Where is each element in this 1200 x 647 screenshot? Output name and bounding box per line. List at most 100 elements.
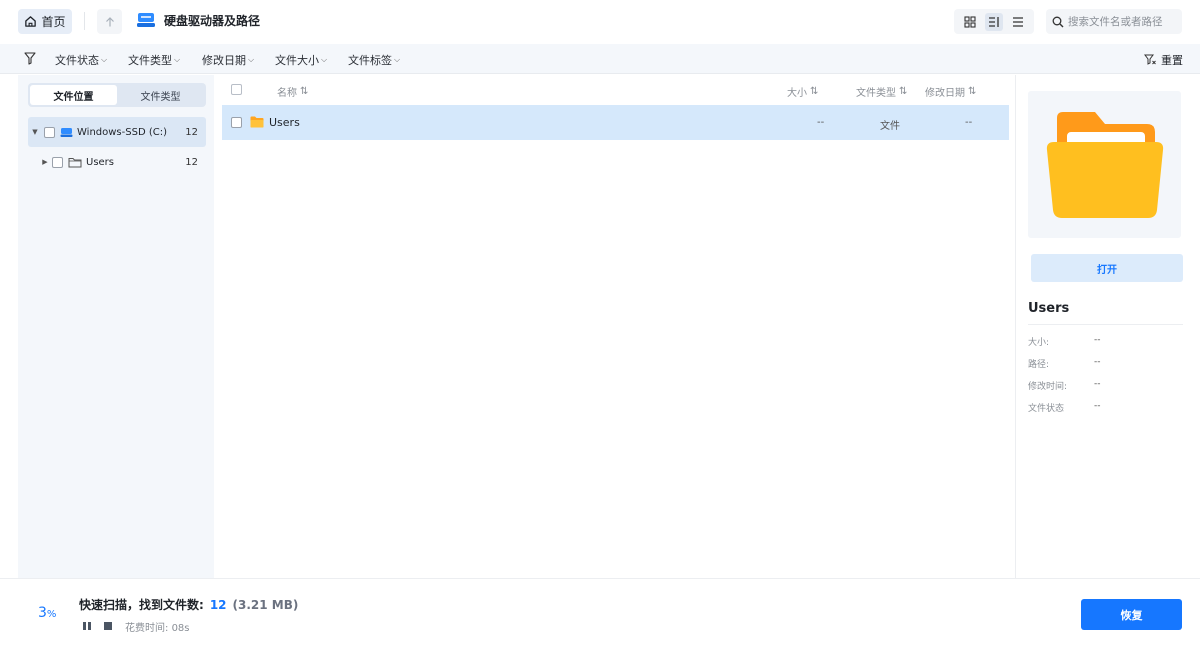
hard-drive-icon [137,13,155,27]
found-count: 12 [209,598,227,612]
found-size: (3.21 MB) [232,598,299,612]
list-header: 名称 ⇅ 大小 ⇅ 文件类型 ⇅ 修改日期 ⇅ [214,75,1015,104]
filter-file-tag[interactable]: 文件标签 ⌵ [348,52,400,68]
pause-icon[interactable] [82,621,92,631]
column-header-label: 文件类型 [856,88,896,99]
grid-icon [964,15,976,28]
chevron-down-icon: ⌵ [248,55,255,64]
filter-file-status[interactable]: 文件状态 ⌵ [55,52,107,68]
folder-icon [250,116,264,128]
view-mode-group [954,9,1034,34]
detail-value: -- [1094,357,1101,367]
file-list: 名称 ⇅ 大小 ⇅ 文件类型 ⇅ 修改日期 ⇅ Users -- 文件 -- [214,75,1015,578]
home-icon [25,16,37,27]
scan-summary: 快速扫描，找到文件数: 12 (3.21 MB) [79,596,298,613]
tab-file-location[interactable]: 文件位置 [30,85,117,105]
caret-down-icon[interactable]: ▼ [30,128,40,136]
select-all-checkbox[interactable] [231,84,242,95]
left-panel: 文件位置 文件类型 ▼ Windows-SSD (C:) 12 ▶ Users … [18,75,214,578]
filter-bar: 文件状态 ⌵ 文件类型 ⌵ 修改日期 ⌵ 文件大小 ⌵ 文件标签 ⌵ 重置 [0,44,1200,74]
sort-icon: ⇅ [300,86,309,97]
grid-view-button[interactable] [961,13,979,31]
chevron-down-icon: ⌵ [394,55,401,64]
detail-modified-row: 修改时间: -- [1028,379,1188,392]
elapsed-time: 花费时间: 08s [125,619,190,634]
tree-item-users[interactable]: ▶ Users 12 [28,147,206,177]
table-row[interactable]: Users -- 文件 -- [222,105,1009,140]
scan-progress: 3% [38,605,56,621]
file-preview [1028,91,1181,238]
filter-label: 文件大小 [275,54,319,67]
tree-item-label: Windows-SSD (C:) [77,126,167,138]
details-panel: 打开 Users 大小: -- 路径: -- 修改时间: -- 文件状态 -- [1015,75,1200,578]
drive-icon [60,127,73,137]
row-name: Users [269,116,300,129]
clear-filter-icon [1144,54,1156,65]
location-title-text: 硬盘驱动器及路径 [164,13,261,28]
detail-view-button[interactable] [985,12,1003,31]
row-checkbox[interactable] [231,117,242,128]
checkbox[interactable] [52,156,63,168]
filter-label: 文件类型 [128,54,172,67]
list-view-button[interactable] [1009,13,1027,31]
column-header-name[interactable]: 名称 ⇅ [277,84,308,99]
left-panel-tabs: 文件位置 文件类型 [28,83,206,107]
tree-item-label: Users [86,156,115,168]
column-header-date[interactable]: 修改日期 ⇅ [925,84,976,99]
open-button[interactable]: 打开 [1031,254,1183,282]
scan-title-text: 快速扫描，找到文件数: [79,598,204,612]
detail-label: 修改时间: [1028,382,1068,392]
home-label: 首页 [41,15,66,29]
folder-large-icon [1046,111,1163,218]
column-header-label: 大小 [787,88,807,99]
up-button[interactable] [97,9,122,34]
home-button[interactable]: 首页 [18,9,72,34]
stop-icon[interactable] [103,621,113,631]
detail-label: 大小: [1028,338,1050,348]
sort-icon: ⇅ [810,86,819,97]
search-icon [1052,16,1064,27]
chevron-down-icon: ⌵ [174,55,181,64]
top-bar: 首页 硬盘驱动器及路径 [0,0,1200,43]
row-size: -- [817,117,825,128]
filter-file-size[interactable]: 文件大小 ⌵ [275,52,327,68]
caret-right-icon[interactable]: ▶ [40,158,50,166]
column-header-label: 名称 [277,88,297,99]
reset-button[interactable]: 重置 [1144,52,1183,68]
folder-outline-icon [68,157,82,167]
checkbox[interactable] [44,126,55,138]
row-date: -- [965,117,973,128]
search-box [1046,9,1182,34]
reset-label: 重置 [1161,54,1183,67]
sort-icon: ⇅ [899,86,908,97]
elapsed-label: 花费时间: [125,623,169,634]
search-input[interactable] [1068,15,1178,28]
progress-value: 3 [38,605,47,621]
row-type: 文件 [880,121,900,132]
detail-label: 文件状态 [1028,404,1065,414]
column-header-size[interactable]: 大小 ⇅ [787,84,818,99]
filter-file-type[interactable]: 文件类型 ⌵ [128,52,180,68]
filter-icon [24,52,36,65]
detail-value: -- [1094,335,1101,345]
list-icon [1013,16,1023,27]
filter-modified-date[interactable]: 修改日期 ⌵ [202,52,254,68]
detail-value: -- [1094,379,1101,389]
chevron-down-icon: ⌵ [101,55,108,64]
tree-item-drive[interactable]: ▼ Windows-SSD (C:) 12 [28,117,206,147]
detail-label: 路径: [1028,360,1050,370]
tree-item-count: 12 [185,156,198,168]
progress-unit: % [46,609,57,620]
scan-status-bar: 3% 快速扫描，找到文件数: 12 (3.21 MB) 花费时间: 08s 恢复 [0,578,1200,647]
detail-size-row: 大小: -- [1028,335,1188,348]
recover-button[interactable]: 恢复 [1081,599,1182,630]
tab-file-type[interactable]: 文件类型 [117,85,204,105]
detail-status-row: 文件状态 -- [1028,401,1188,414]
divider [1028,324,1183,325]
sort-icon: ⇅ [968,86,977,97]
detail-path-row: 路径: -- [1028,357,1188,370]
column-header-type[interactable]: 文件类型 ⇅ [856,84,907,99]
detail-list-icon [989,16,999,27]
filter-label: 修改日期 [202,54,246,67]
arrow-up-icon [105,16,114,26]
